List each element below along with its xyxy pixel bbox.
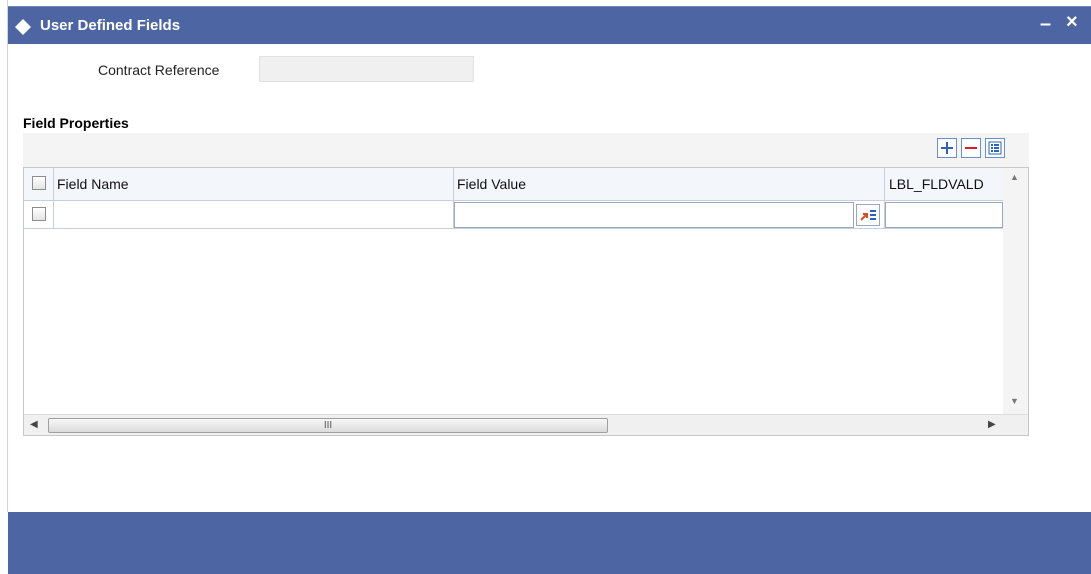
grid-body: Field Name Field Value LBL_FLDVALD ▲ ▼ ◀…	[23, 167, 1029, 436]
grid-header: Field Name Field Value LBL_FLDVALD	[24, 168, 1003, 201]
scroll-down-arrow-icon[interactable]: ▼	[1010, 396, 1019, 406]
header-checkbox-cell	[24, 168, 54, 201]
field-value-lov-button[interactable]	[856, 204, 880, 226]
user-defined-fields-window: User Defined Fields – × Contract Referen…	[0, 0, 1091, 574]
window-left-edge	[0, 0, 8, 512]
scroll-up-arrow-icon[interactable]: ▲	[1010, 172, 1019, 182]
lbl-fldvald-cell	[885, 201, 1003, 229]
scroll-right-arrow-icon[interactable]: ▶	[988, 419, 996, 430]
column-header-lbl-fldvald[interactable]: LBL_FLDVALD	[885, 168, 1003, 201]
list-view-icon	[988, 141, 1002, 155]
column-header-field-name[interactable]: Field Name	[54, 168, 454, 201]
minimize-button[interactable]: –	[1040, 13, 1051, 36]
window-title: User Defined Fields	[40, 17, 181, 34]
field-value-cell	[454, 201, 885, 229]
plus-icon	[941, 142, 953, 154]
contract-reference-label: Contract Reference	[98, 62, 220, 78]
add-row-button[interactable]	[937, 138, 957, 158]
field-name-cell	[54, 201, 454, 229]
title-bar[interactable]: User Defined Fields – ×	[8, 6, 1091, 44]
field-value-input[interactable]	[454, 202, 854, 228]
row-checkbox-cell	[24, 201, 54, 229]
field-properties-heading: Field Properties	[23, 115, 129, 131]
vertical-scrollbar[interactable]: ▲ ▼	[1003, 168, 1028, 414]
single-view-button[interactable]	[985, 138, 1005, 158]
close-button[interactable]: ×	[1066, 11, 1078, 34]
lbl-fldvald-input[interactable]	[885, 202, 1003, 228]
row-checkbox[interactable]	[32, 207, 46, 221]
column-header-field-value[interactable]: Field Value	[454, 168, 885, 201]
horizontal-scrollbar[interactable]: ◀ III ▶	[24, 414, 1028, 435]
delete-row-button[interactable]	[961, 138, 981, 158]
grid-toolbar	[23, 133, 1029, 166]
diamond-icon	[15, 19, 31, 35]
minus-icon	[965, 147, 977, 149]
horizontal-scroll-thumb[interactable]: III	[48, 418, 608, 433]
scroll-left-arrow-icon[interactable]: ◀	[30, 419, 38, 430]
table-row	[24, 201, 1003, 229]
select-all-checkbox[interactable]	[32, 176, 46, 190]
field-properties-grid: Field Name Field Value LBL_FLDVALD ▲ ▼ ◀…	[23, 133, 1029, 436]
footer-bar	[8, 512, 1091, 574]
list-of-values-icon	[860, 210, 876, 221]
contract-reference-field[interactable]	[259, 56, 474, 82]
